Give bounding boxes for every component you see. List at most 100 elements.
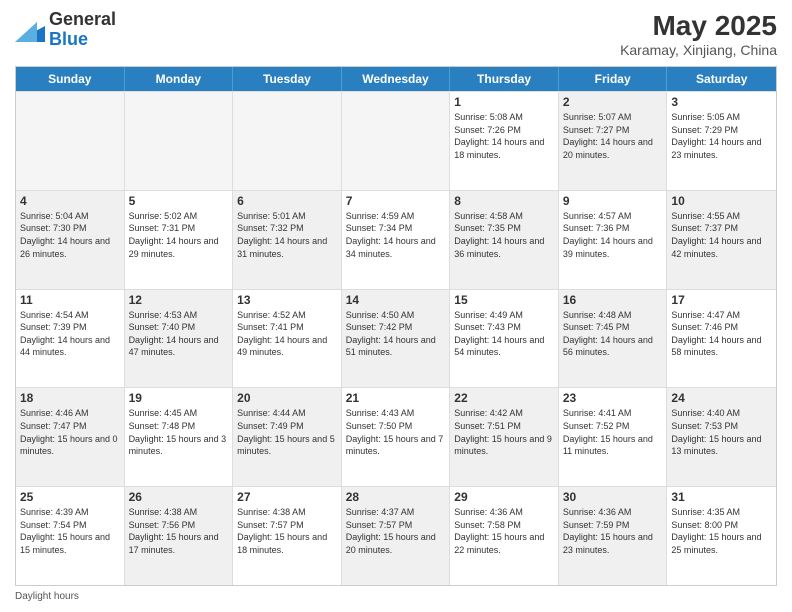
calendar-body: 1 Sunrise: 5:08 AM Sunset: 7:26 PM Daylig…: [16, 91, 776, 585]
day-number: 12: [129, 293, 229, 307]
calendar-cell-18: 18 Sunrise: 4:46 AM Sunset: 7:47 PM Dayli…: [16, 388, 125, 486]
calendar-cell-empty-0-0: [16, 92, 125, 190]
day-number: 21: [346, 391, 446, 405]
cell-info: Sunrise: 5:08 AM Sunset: 7:26 PM Dayligh…: [454, 111, 554, 161]
day-number: 16: [563, 293, 663, 307]
page: General Blue May 2025 Karamay, Xinjiang,…: [0, 0, 792, 612]
cell-info: Sunrise: 4:52 AM Sunset: 7:41 PM Dayligh…: [237, 309, 337, 359]
cell-info: Sunrise: 5:07 AM Sunset: 7:27 PM Dayligh…: [563, 111, 663, 161]
day-number: 8: [454, 194, 554, 208]
cell-info: Sunrise: 4:55 AM Sunset: 7:37 PM Dayligh…: [671, 210, 772, 260]
day-number: 25: [20, 490, 120, 504]
calendar-cell-20: 20Sunrise: 4:44 AM Sunset: 7:49 PM Dayli…: [233, 388, 342, 486]
calendar-cell-empty-0-2: [233, 92, 342, 190]
day-number: 18: [20, 391, 120, 405]
calendar-row-3: 18 Sunrise: 4:46 AM Sunset: 7:47 PM Dayli…: [16, 387, 776, 486]
calendar-cell-31: 31Sunrise: 4:35 AM Sunset: 8:00 PM Dayli…: [667, 487, 776, 585]
calendar-cell-25: 25 Sunrise: 4:39 AM Sunset: 7:54 PM Dayli…: [16, 487, 125, 585]
day-number: 29: [454, 490, 554, 504]
calendar-cell-9: 9 Sunrise: 4:57 AM Sunset: 7:36 PM Daylig…: [559, 191, 668, 289]
calendar-cell-2: 2 Sunrise: 5:07 AM Sunset: 7:27 PM Daylig…: [559, 92, 668, 190]
logo-general-text: General: [49, 9, 116, 29]
calendar-cell-28: 28Sunrise: 4:37 AM Sunset: 7:57 PM Dayli…: [342, 487, 451, 585]
day-header-monday: Monday: [125, 67, 234, 91]
cell-info: Sunrise: 4:44 AM Sunset: 7:49 PM Dayligh…: [237, 407, 337, 457]
cell-info: Sunrise: 4:46 AM Sunset: 7:47 PM Dayligh…: [20, 407, 120, 457]
day-number: 5: [129, 194, 229, 208]
header: General Blue May 2025 Karamay, Xinjiang,…: [15, 10, 777, 58]
cell-info: Sunrise: 4:58 AM Sunset: 7:35 PM Dayligh…: [454, 210, 554, 260]
cell-info: Sunrise: 4:49 AM Sunset: 7:43 PM Dayligh…: [454, 309, 554, 359]
calendar-cell-11: 11Sunrise: 4:54 AM Sunset: 7:39 PM Dayli…: [16, 290, 125, 388]
day-header-sunday: Sunday: [16, 67, 125, 91]
logo: General Blue: [15, 10, 116, 50]
cell-info: Sunrise: 4:59 AM Sunset: 7:34 PM Dayligh…: [346, 210, 446, 260]
day-number: 9: [563, 194, 663, 208]
cell-info: Sunrise: 5:02 AM Sunset: 7:31 PM Dayligh…: [129, 210, 229, 260]
calendar-cell-19: 19Sunrise: 4:45 AM Sunset: 7:48 PM Dayli…: [125, 388, 234, 486]
day-number: 14: [346, 293, 446, 307]
day-header-tuesday: Tuesday: [233, 67, 342, 91]
calendar-cell-24: 24 Sunrise: 4:40 AM Sunset: 7:53 PM Dayli…: [667, 388, 776, 486]
cell-info: Sunrise: 4:36 AM Sunset: 7:59 PM Dayligh…: [563, 506, 663, 556]
calendar-row-4: 25 Sunrise: 4:39 AM Sunset: 7:54 PM Dayli…: [16, 486, 776, 585]
calendar-cell-22: 22 Sunrise: 4:42 AM Sunset: 7:51 PM Dayli…: [450, 388, 559, 486]
day-number: 23: [563, 391, 663, 405]
logo-blue-text: Blue: [49, 29, 88, 49]
day-number: 2: [563, 95, 663, 109]
calendar-cell-empty-0-3: [342, 92, 451, 190]
cell-info: Sunrise: 5:05 AM Sunset: 7:29 PM Dayligh…: [671, 111, 772, 161]
calendar-cell-10: 10 Sunrise: 4:55 AM Sunset: 7:37 PM Dayli…: [667, 191, 776, 289]
cell-info: Sunrise: 4:37 AM Sunset: 7:57 PM Dayligh…: [346, 506, 446, 556]
day-number: 1: [454, 95, 554, 109]
calendar-cell-15: 15Sunrise: 4:49 AM Sunset: 7:43 PM Dayli…: [450, 290, 559, 388]
day-number: 17: [671, 293, 772, 307]
calendar-cell-3: 3Sunrise: 5:05 AM Sunset: 7:29 PM Daylig…: [667, 92, 776, 190]
cell-info: Sunrise: 4:39 AM Sunset: 7:54 PM Dayligh…: [20, 506, 120, 556]
subtitle: Karamay, Xinjiang, China: [620, 42, 777, 58]
calendar-cell-5: 5 Sunrise: 5:02 AM Sunset: 7:31 PM Daylig…: [125, 191, 234, 289]
day-number: 6: [237, 194, 337, 208]
cell-info: Sunrise: 4:40 AM Sunset: 7:53 PM Dayligh…: [671, 407, 772, 457]
calendar-row-1: 4Sunrise: 5:04 AM Sunset: 7:30 PM Daylig…: [16, 190, 776, 289]
calendar-cell-7: 7Sunrise: 4:59 AM Sunset: 7:34 PM Daylig…: [342, 191, 451, 289]
footer: Daylight hours: [15, 591, 777, 602]
calendar-cell-6: 6 Sunrise: 5:01 AM Sunset: 7:32 PM Daylig…: [233, 191, 342, 289]
calendar-cell-12: 12Sunrise: 4:53 AM Sunset: 7:40 PM Dayli…: [125, 290, 234, 388]
day-header-saturday: Saturday: [667, 67, 776, 91]
day-number: 27: [237, 490, 337, 504]
calendar-cell-30: 30 Sunrise: 4:36 AM Sunset: 7:59 PM Dayli…: [559, 487, 668, 585]
calendar-cell-16: 16 Sunrise: 4:48 AM Sunset: 7:45 PM Dayli…: [559, 290, 668, 388]
day-header-thursday: Thursday: [450, 67, 559, 91]
day-number: 24: [671, 391, 772, 405]
cell-info: Sunrise: 4:36 AM Sunset: 7:58 PM Dayligh…: [454, 506, 554, 556]
calendar-row-2: 11Sunrise: 4:54 AM Sunset: 7:39 PM Dayli…: [16, 289, 776, 388]
calendar: SundayMondayTuesdayWednesdayThursdayFrid…: [15, 66, 777, 586]
cell-info: Sunrise: 4:47 AM Sunset: 7:46 PM Dayligh…: [671, 309, 772, 359]
day-number: 10: [671, 194, 772, 208]
cell-info: Sunrise: 4:41 AM Sunset: 7:52 PM Dayligh…: [563, 407, 663, 457]
calendar-row-0: 1 Sunrise: 5:08 AM Sunset: 7:26 PM Daylig…: [16, 91, 776, 190]
day-header-wednesday: Wednesday: [342, 67, 451, 91]
calendar-cell-13: 13 Sunrise: 4:52 AM Sunset: 7:41 PM Dayli…: [233, 290, 342, 388]
main-title: May 2025: [620, 10, 777, 42]
day-number: 13: [237, 293, 337, 307]
cell-info: Sunrise: 4:48 AM Sunset: 7:45 PM Dayligh…: [563, 309, 663, 359]
calendar-cell-17: 17 Sunrise: 4:47 AM Sunset: 7:46 PM Dayli…: [667, 290, 776, 388]
calendar-cell-8: 8 Sunrise: 4:58 AM Sunset: 7:35 PM Daylig…: [450, 191, 559, 289]
cell-info: Sunrise: 4:57 AM Sunset: 7:36 PM Dayligh…: [563, 210, 663, 260]
calendar-cell-29: 29 Sunrise: 4:36 AM Sunset: 7:58 PM Dayli…: [450, 487, 559, 585]
calendar-cell-23: 23 Sunrise: 4:41 AM Sunset: 7:52 PM Dayli…: [559, 388, 668, 486]
day-number: 30: [563, 490, 663, 504]
cell-info: Sunrise: 4:42 AM Sunset: 7:51 PM Dayligh…: [454, 407, 554, 457]
daylight-hours-label: Daylight hours: [15, 591, 79, 602]
calendar-cell-26: 26Sunrise: 4:38 AM Sunset: 7:56 PM Dayli…: [125, 487, 234, 585]
cell-info: Sunrise: 4:38 AM Sunset: 7:57 PM Dayligh…: [237, 506, 337, 556]
cell-info: Sunrise: 4:45 AM Sunset: 7:48 PM Dayligh…: [129, 407, 229, 457]
calendar-cell-21: 21Sunrise: 4:43 AM Sunset: 7:50 PM Dayli…: [342, 388, 451, 486]
cell-info: Sunrise: 5:01 AM Sunset: 7:32 PM Dayligh…: [237, 210, 337, 260]
day-number: 26: [129, 490, 229, 504]
calendar-cell-empty-0-1: [125, 92, 234, 190]
day-number: 11: [20, 293, 120, 307]
day-number: 22: [454, 391, 554, 405]
